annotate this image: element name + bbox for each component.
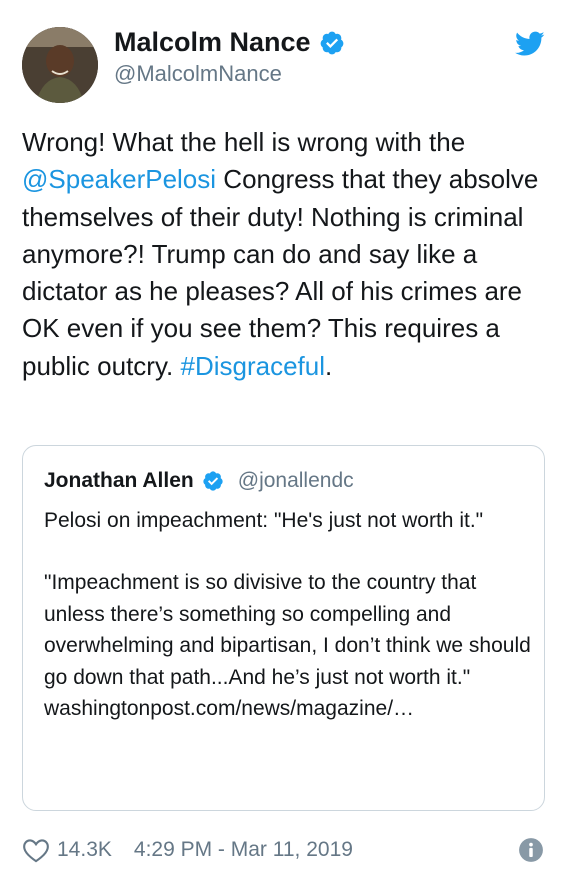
hashtag-link[interactable]: #Disgraceful — [180, 351, 325, 381]
tweet-text-part: Wrong! What the hell is wrong with the — [22, 127, 466, 157]
twitter-bird-icon[interactable] — [515, 31, 545, 57]
tweet-text-part: Congress that they absolve themselves of… — [22, 164, 539, 381]
quoted-tweet-header: Jonathan Allen @jonallendc — [44, 469, 354, 493]
author-name-row: Malcolm Nance — [114, 27, 345, 58]
tweet-timestamp[interactable]: 4:29 PM - Mar 11, 2019 — [134, 838, 353, 862]
tweet-text-part: . — [325, 350, 333, 381]
quoted-author-name: Jonathan Allen — [44, 469, 194, 492]
verified-badge-icon — [320, 31, 343, 54]
quoted-line-1: Pelosi on impeachment: "He's just not wo… — [44, 509, 484, 532]
like-count[interactable]: 14.3K — [57, 838, 112, 862]
quoted-verified-badge-icon — [203, 471, 223, 491]
quoted-paragraph-spacer — [44, 536, 534, 567]
author-display-name[interactable]: Malcolm Nance — [114, 27, 311, 58]
author-avatar[interactable] — [22, 27, 98, 103]
author-handle[interactable]: @MalcolmNance — [114, 61, 282, 87]
tweet-footer: 14.3K 4:29 PM - Mar 11, 2019 — [22, 834, 548, 866]
quoted-tweet-card[interactable]: Jonathan Allen @jonallendc Pelosi on imp… — [22, 445, 545, 811]
quoted-link[interactable]: washingtonpost.com/news/magazine/… — [44, 693, 534, 724]
tweet-text: Wrong! What the hell is wrong with the @… — [22, 124, 562, 385]
heart-icon[interactable] — [22, 837, 50, 863]
quoted-tweet-text: Pelosi on impeachment: "He's just not wo… — [44, 505, 534, 724]
mention-link[interactable]: @SpeakerPelosi — [22, 164, 216, 194]
info-icon[interactable] — [518, 837, 544, 863]
avatar-image — [22, 27, 98, 103]
quoted-author-handle: @jonallendc — [237, 469, 354, 492]
quoted-line-2: "Impeachment is so divisive to the count… — [44, 571, 531, 689]
